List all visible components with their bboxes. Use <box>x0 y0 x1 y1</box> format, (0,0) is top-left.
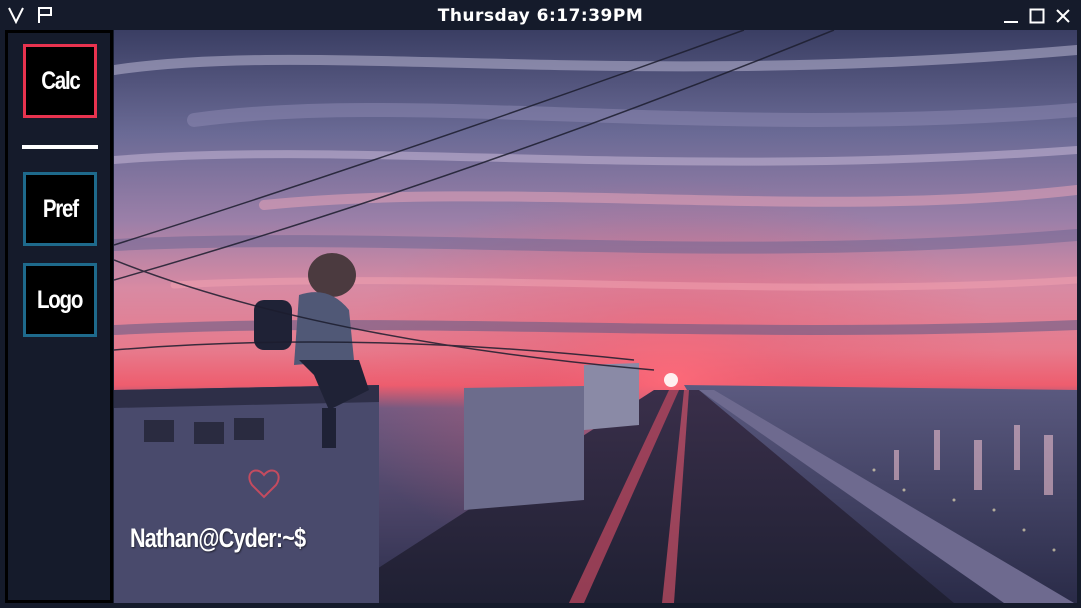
pref-button[interactable]: Pref <box>23 172 97 246</box>
maximize-icon[interactable] <box>1028 7 1046 25</box>
calc-button[interactable]: Calc <box>23 44 97 118</box>
close-icon[interactable] <box>1054 7 1072 25</box>
desktop-window: Thursday 6:17:39PM Calc Pref Logo Nathan… <box>0 0 1081 608</box>
title-bar: Thursday 6:17:39PM <box>0 0 1081 30</box>
sidebar-divider <box>22 145 98 149</box>
wallpaper-image <box>114 30 1077 603</box>
calc-button-label: Calc <box>40 66 81 95</box>
clock-text: Thursday 6:17:39PM <box>437 6 644 26</box>
minimize-icon[interactable] <box>1002 7 1020 25</box>
terminal-prompt: Nathan@Cyder:~$ <box>130 523 349 554</box>
v-logo-icon[interactable] <box>7 6 25 24</box>
logo-button-label: Logo <box>37 285 83 314</box>
pin-icon[interactable] <box>36 6 54 24</box>
sidebar: Calc Pref Logo <box>5 30 113 603</box>
pref-button-label: Pref <box>42 194 79 223</box>
logo-button[interactable]: Logo <box>23 263 97 337</box>
terminal-prompt-text: Nathan@Cyder:~$ <box>130 523 306 553</box>
wallpaper: Nathan@Cyder:~$ <box>114 30 1077 603</box>
